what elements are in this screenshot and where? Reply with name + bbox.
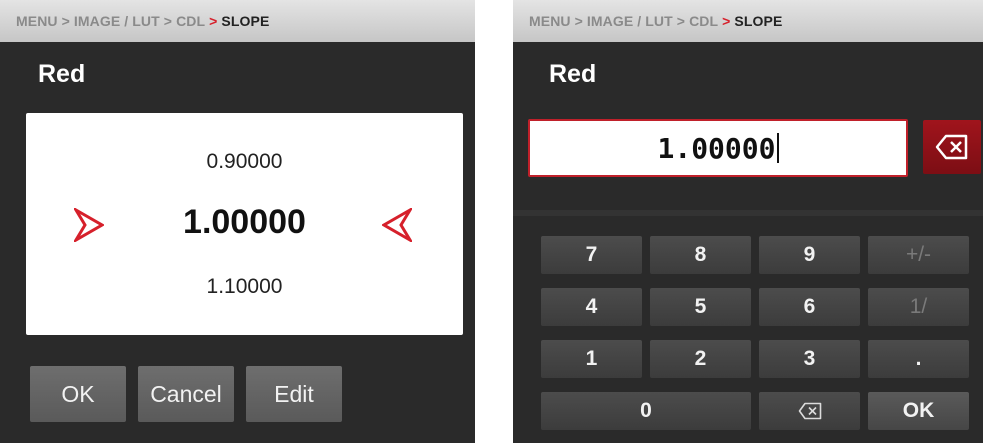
parameter-title: Red <box>549 60 597 88</box>
value-picker[interactable]: 0.90000 1.00000 1.10000 <box>26 113 463 335</box>
previous-value[interactable]: 0.90000 <box>26 150 463 174</box>
breadcrumb: MENU > IMAGE / LUT > CDL > SLOPE <box>513 0 983 42</box>
key-6[interactable]: 6 <box>759 288 860 326</box>
key-4[interactable]: 4 <box>541 288 642 326</box>
breadcrumb-item-menu[interactable]: MENU <box>16 13 58 29</box>
breadcrumb-separator: > <box>61 13 70 29</box>
breadcrumb-separator: > <box>676 13 686 29</box>
key-9[interactable]: 9 <box>759 236 860 274</box>
key-ok[interactable]: OK <box>868 392 969 430</box>
chevron-right-red-icon[interactable] <box>71 205 106 245</box>
key-7[interactable]: 7 <box>541 236 642 274</box>
text-caret <box>776 133 779 163</box>
value-input-text: 1.00000 <box>657 131 776 165</box>
key-0[interactable]: 0 <box>541 392 751 430</box>
ok-button[interactable]: OK <box>30 366 126 422</box>
breadcrumb-current: SLOPE <box>221 13 270 29</box>
breadcrumb-separator-active: > <box>722 13 731 29</box>
numeric-keypad: 7 8 9 +/- 4 5 6 1/ 1 2 3 . 0 OK <box>541 236 969 430</box>
parameter-title: Red <box>38 60 86 88</box>
breadcrumb-separator: > <box>163 13 173 29</box>
backspace-icon <box>798 402 821 420</box>
key-reciprocal[interactable]: 1/ <box>868 288 969 326</box>
key-backspace[interactable] <box>759 392 860 430</box>
scroll-picker-panel: MENU > IMAGE / LUT > CDL > SLOPE Red 0.9… <box>0 0 475 443</box>
key-decimal[interactable]: . <box>868 340 969 378</box>
key-sign[interactable]: +/- <box>868 236 969 274</box>
value-input[interactable]: 1.00000 <box>528 119 908 177</box>
cancel-button[interactable]: Cancel <box>138 366 234 422</box>
numeric-entry-panel: MENU > IMAGE / LUT > CDL > SLOPE Red 1.0… <box>513 0 983 443</box>
key-5[interactable]: 5 <box>650 288 751 326</box>
breadcrumb-current: SLOPE <box>734 13 783 29</box>
breadcrumb-item-menu[interactable]: MENU <box>529 13 571 29</box>
divider <box>513 210 983 216</box>
breadcrumb-item-image-lut[interactable]: IMAGE / LUT <box>587 13 673 29</box>
key-2[interactable]: 2 <box>650 340 751 378</box>
breadcrumb-item-image-lut[interactable]: IMAGE / LUT <box>74 13 160 29</box>
key-8[interactable]: 8 <box>650 236 751 274</box>
next-value[interactable]: 1.10000 <box>26 275 463 299</box>
breadcrumb-item-cdl[interactable]: CDL <box>689 13 718 29</box>
key-1[interactable]: 1 <box>541 340 642 378</box>
breadcrumb-item-cdl[interactable]: CDL <box>176 13 205 29</box>
key-3[interactable]: 3 <box>759 340 860 378</box>
clear-button[interactable] <box>923 120 981 174</box>
dialog-buttons: OK Cancel Edit <box>30 366 342 422</box>
breadcrumb: MENU > IMAGE / LUT > CDL > SLOPE <box>0 0 475 42</box>
breadcrumb-separator: > <box>574 13 583 29</box>
breadcrumb-separator-active: > <box>209 13 218 29</box>
edit-button[interactable]: Edit <box>246 366 342 422</box>
chevron-left-red-icon[interactable] <box>380 205 415 245</box>
backspace-icon <box>935 134 968 160</box>
